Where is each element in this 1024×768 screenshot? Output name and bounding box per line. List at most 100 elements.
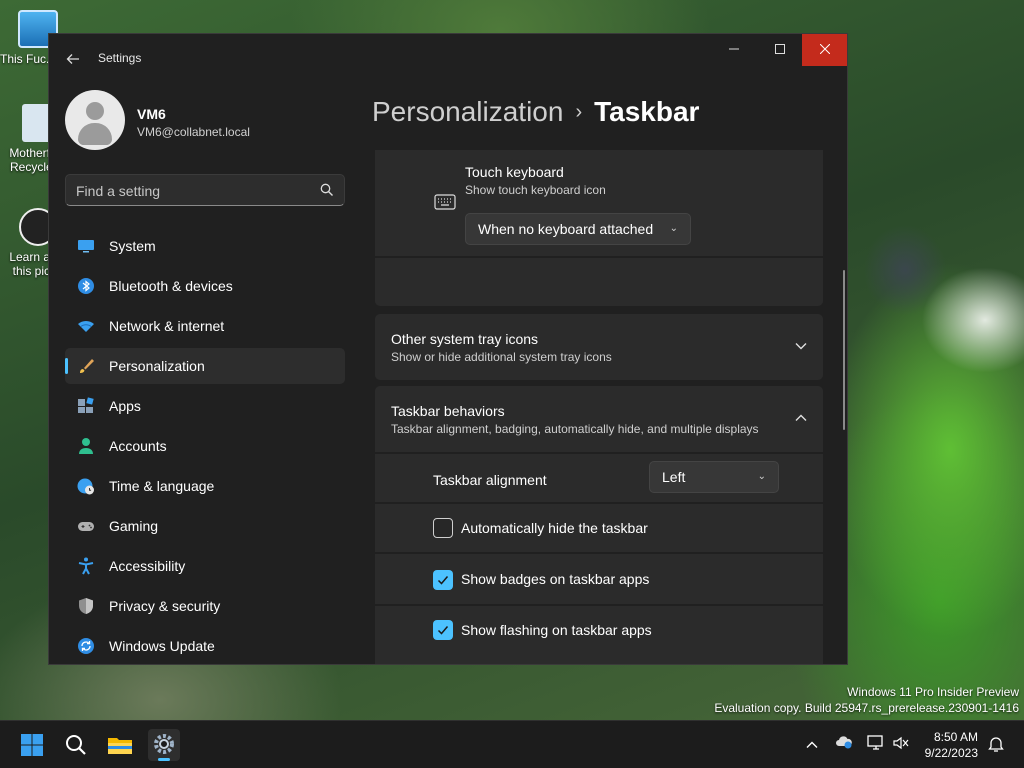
profile-name: VM6	[137, 106, 166, 122]
sidebar-item-label: Gaming	[109, 518, 159, 534]
user-profile[interactable]: VM6 VM6@collabnet.local	[65, 90, 355, 154]
gamepad-icon	[78, 522, 94, 531]
other-tray-icons-expander[interactable]: Other system tray icons Show or hide add…	[375, 314, 823, 380]
show-flashing-checkbox[interactable]	[433, 620, 453, 640]
taskbar-clock[interactable]: 8:50 AM 9/22/2023	[914, 729, 978, 761]
keyboard-icon	[434, 194, 456, 210]
checkmark-icon	[437, 576, 449, 585]
show-badges-checkbox[interactable]	[433, 570, 453, 590]
file-explorer-button[interactable]	[104, 729, 136, 761]
sidebar-item-label: Bluetooth & devices	[109, 278, 233, 294]
touch-keyboard-row: Touch keyboard Show touch keyboard icon …	[375, 150, 823, 256]
sidebar-item-label: Personalization	[109, 358, 205, 374]
sidebar-item-label: Network & internet	[109, 318, 225, 334]
show-flashing-label: Show flashing on taskbar apps	[461, 622, 652, 638]
minimize-button[interactable]	[711, 34, 757, 66]
sidebar-item-label: System	[109, 238, 156, 254]
touch-keyboard-title: Touch keyboard	[465, 164, 564, 180]
sidebar-item-apps[interactable]: Apps	[65, 388, 345, 424]
update-icon	[78, 638, 94, 654]
sidebar-item-accounts[interactable]: Accounts	[65, 428, 345, 464]
arrow-left-icon	[66, 54, 79, 64]
sidebar-item-label: Accounts	[109, 438, 167, 454]
taskbar-search-button[interactable]	[60, 729, 92, 761]
back-button[interactable]	[63, 49, 83, 69]
onedrive-tray-button[interactable]	[834, 735, 854, 755]
settings-icon	[154, 734, 174, 754]
sidebar-item-gaming[interactable]: Gaming	[65, 508, 345, 544]
auto-hide-row[interactable]: Automatically hide the taskbar	[375, 504, 823, 552]
title-bar[interactable]: Settings	[49, 34, 847, 82]
sidebar-item-bluetooth[interactable]: Bluetooth & devices	[65, 268, 345, 304]
show-hidden-icons-button[interactable]	[802, 735, 822, 755]
touch-keyboard-dropdown[interactable]: When no keyboard attached ⌄	[465, 213, 691, 245]
network-tray-button[interactable]	[866, 735, 886, 755]
volume-tray-button[interactable]	[891, 735, 911, 755]
sidebar-item-label: Time & language	[109, 478, 215, 494]
close-icon	[819, 43, 831, 55]
maximize-button[interactable]	[757, 34, 803, 66]
touch-keyboard-subtitle: Show touch keyboard icon	[465, 183, 606, 197]
sidebar-item-system[interactable]: System	[65, 228, 345, 264]
sidebar-item-label: Privacy & security	[109, 598, 221, 614]
avatar	[65, 90, 125, 150]
settings-window: Settings VM6 VM6@collabnet.local System …	[48, 33, 848, 665]
search-icon	[66, 735, 86, 755]
taskbar-alignment-row: Taskbar alignment Left ⌄	[375, 454, 823, 502]
start-button[interactable]	[16, 729, 48, 761]
taskbar-alignment-dropdown[interactable]: Left ⌄	[649, 461, 779, 493]
show-badges-label: Show badges on taskbar apps	[461, 571, 650, 587]
chevron-up-icon	[806, 741, 818, 748]
watermark-line-1: Windows 11 Pro Insider Preview	[847, 685, 1019, 699]
sidebar-item-network[interactable]: Network & internet	[65, 308, 345, 344]
chevron-up-icon	[795, 414, 807, 421]
apps-icon	[78, 397, 94, 413]
onedrive-icon	[836, 736, 852, 749]
shield-icon	[79, 598, 93, 614]
alignment-label: Taskbar alignment	[433, 472, 547, 488]
breadcrumb-separator: ›	[575, 101, 583, 123]
sidebar-item-time-language[interactable]: Time & language	[65, 468, 345, 504]
notification-button[interactable]	[986, 735, 1006, 755]
taskbar-behaviors-expander[interactable]: Taskbar behaviors Taskbar alignment, bad…	[375, 386, 823, 452]
behaviors-subtitle: Taskbar alignment, badging, automaticall…	[391, 422, 759, 436]
sidebar-item-accessibility[interactable]: Accessibility	[65, 548, 345, 584]
sidebar-item-label: Windows Update	[109, 638, 215, 654]
search-icon	[320, 183, 333, 196]
search-input[interactable]	[76, 181, 306, 201]
maximize-icon	[775, 44, 785, 54]
chevron-down-icon: ⌄	[757, 471, 766, 482]
monitor-icon	[78, 240, 94, 253]
show-flashing-row[interactable]: Show flashing on taskbar apps	[375, 606, 823, 664]
sidebar-item-label: Accessibility	[109, 558, 186, 574]
breadcrumb-parent[interactable]: Personalization	[372, 96, 563, 127]
chevron-down-icon: ⌄	[669, 223, 678, 234]
bluetooth-icon	[78, 278, 94, 294]
content-scrollbar[interactable]	[843, 270, 845, 430]
dropdown-value: When no keyboard attached	[478, 221, 654, 237]
empty-row	[375, 258, 823, 306]
volume-muted-icon	[893, 736, 909, 750]
auto-hide-checkbox[interactable]	[433, 518, 453, 538]
show-badges-row[interactable]: Show badges on taskbar apps	[375, 554, 823, 604]
breadcrumb: Personalization › Taskbar	[372, 92, 699, 132]
chevron-down-icon	[795, 343, 807, 350]
other-tray-title: Other system tray icons	[391, 331, 539, 347]
other-tray-subtitle: Show or hide additional system tray icon…	[391, 350, 612, 364]
close-button[interactable]	[802, 34, 847, 66]
clock-date: 9/22/2023	[924, 746, 978, 760]
sidebar-nav: System Bluetooth & devices Network & int…	[65, 228, 345, 664]
person-icon	[79, 438, 93, 454]
clock-time: 8:50 AM	[933, 730, 978, 744]
search-box[interactable]	[65, 174, 345, 206]
network-icon	[867, 735, 883, 750]
sidebar-item-personalization[interactable]: Personalization	[65, 348, 345, 384]
settings-taskbar-button[interactable]	[148, 729, 180, 761]
dropdown-value: Left	[662, 469, 686, 485]
sidebar-item-label: Apps	[109, 398, 141, 414]
wifi-icon	[78, 320, 94, 332]
sidebar-item-windows-update[interactable]: Windows Update	[65, 628, 345, 664]
minimize-icon	[729, 48, 739, 50]
accessibility-icon	[78, 557, 94, 575]
sidebar-item-privacy-security[interactable]: Privacy & security	[65, 588, 345, 624]
